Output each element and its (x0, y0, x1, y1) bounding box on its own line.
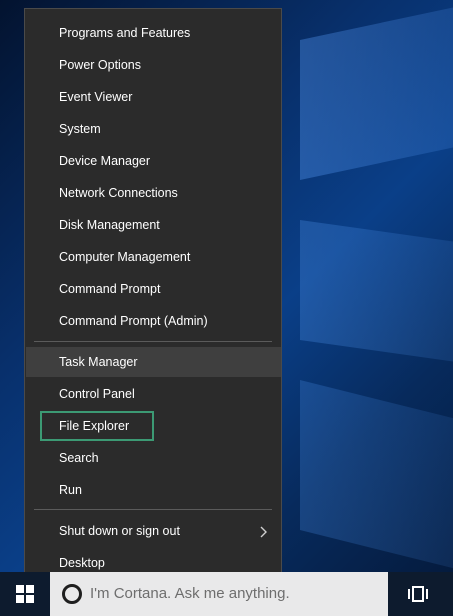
wallpaper-light-beam (300, 220, 453, 377)
wallpaper-light-beam (300, 380, 453, 595)
chevron-right-icon (257, 516, 271, 546)
search-placeholder: I'm Cortana. Ask me anything. (90, 585, 290, 602)
task-view-icon (408, 586, 428, 602)
menu-item-system[interactable]: System (26, 114, 281, 144)
windows-logo-icon (16, 585, 34, 603)
menu-item-task-manager[interactable]: Task Manager (26, 347, 281, 377)
keyboard-focus-outline (40, 411, 154, 441)
quick-link-menu: Programs and Features Power Options Even… (24, 8, 282, 584)
cortana-ring-icon (62, 584, 82, 604)
taskbar: I'm Cortana. Ask me anything. (0, 572, 453, 616)
menu-item-control-panel[interactable]: Control Panel (26, 379, 281, 409)
cortana-search-box[interactable]: I'm Cortana. Ask me anything. (50, 572, 388, 616)
menu-item-run[interactable]: Run (26, 475, 281, 505)
menu-separator (34, 509, 272, 510)
wallpaper-light-beam (300, 0, 453, 181)
menu-item-command-prompt[interactable]: Command Prompt (26, 274, 281, 304)
menu-item-command-prompt-admin[interactable]: Command Prompt (Admin) (26, 306, 281, 336)
menu-item-label: Shut down or sign out (59, 524, 180, 538)
menu-separator (34, 341, 272, 342)
menu-item-shut-down-or-sign-out[interactable]: Shut down or sign out (26, 516, 281, 546)
menu-item-power-options[interactable]: Power Options (26, 50, 281, 80)
menu-item-computer-management[interactable]: Computer Management (26, 242, 281, 272)
menu-item-search[interactable]: Search (26, 443, 281, 473)
task-view-button[interactable] (398, 572, 438, 616)
menu-item-disk-management[interactable]: Disk Management (26, 210, 281, 240)
menu-item-device-manager[interactable]: Device Manager (26, 146, 281, 176)
menu-item-network-connections[interactable]: Network Connections (26, 178, 281, 208)
start-button[interactable] (0, 572, 50, 616)
menu-item-event-viewer[interactable]: Event Viewer (26, 82, 281, 112)
menu-item-programs-and-features[interactable]: Programs and Features (26, 18, 281, 48)
